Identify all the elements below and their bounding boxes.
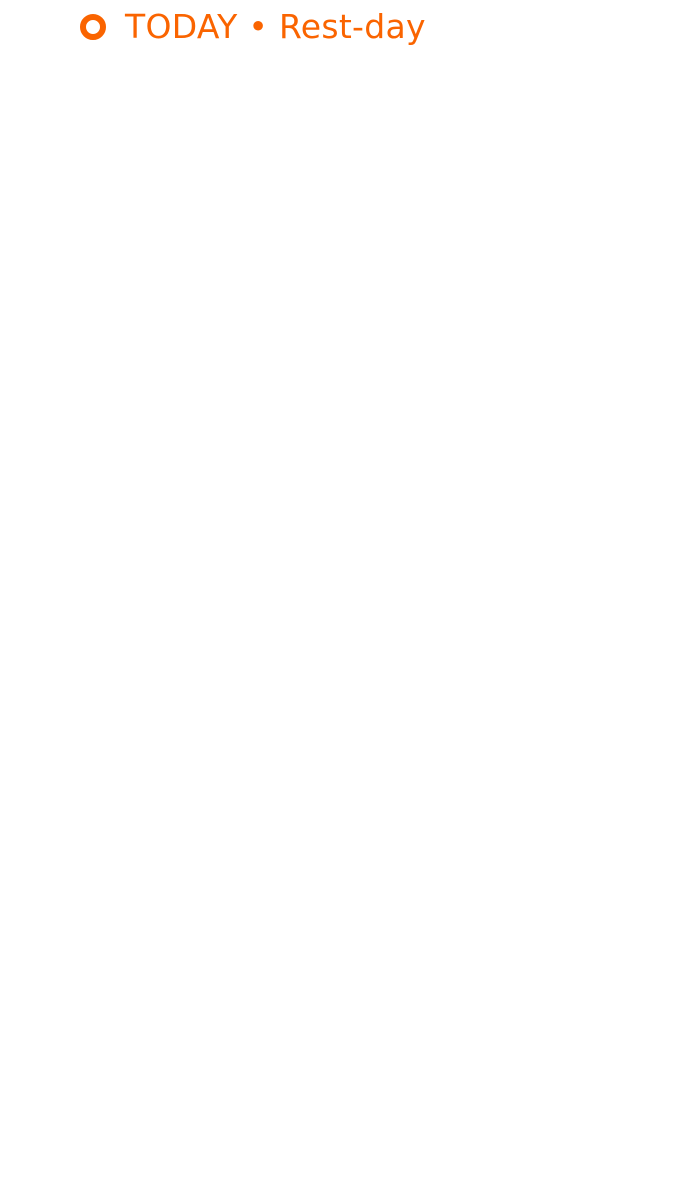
ring-center-dot [89,23,97,31]
today-status-label: TODAY • Rest-day [125,7,426,46]
target-ring-icon [80,14,106,40]
today-status-row: TODAY • Rest-day [80,5,426,49]
